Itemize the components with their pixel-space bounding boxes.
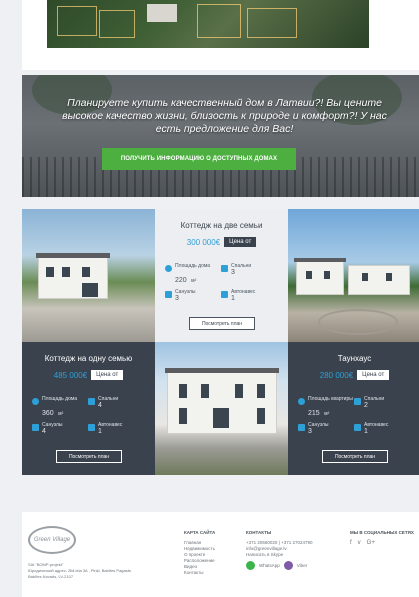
price-badge: Цена от <box>224 237 257 247</box>
card-duplex: Коттедж на две семьи 300 000€ Цена от Пл… <box>155 209 288 342</box>
car-icon <box>221 291 228 298</box>
contacts-title: КОНТАКТЫ <box>246 530 272 535</box>
brand-logo[interactable]: Green Village <box>28 526 76 554</box>
skype-link[interactable]: Написать в Skype <box>246 552 313 558</box>
get-info-button[interactable]: ПОЛУЧИТЬ ИНФОРМАЦИЮ О ДОСТУПНЫХ ДОМАХ <box>102 148 296 170</box>
site-footer: Green Village SIA "BOMP-projekt" Юридиче… <box>22 512 419 597</box>
area-stat: Площадь дома 220 м² <box>165 263 210 287</box>
bathrooms-stat: Санузлы 3 <box>165 289 195 302</box>
bed-icon <box>88 398 95 405</box>
whatsapp-icon[interactable] <box>246 561 255 570</box>
page: Планируете купить качественный дом в Лат… <box>0 0 419 597</box>
card-title: Коттедж на две семьи <box>180 221 263 230</box>
house-photo-duplex <box>22 209 155 342</box>
price: 485 000€ <box>53 370 88 380</box>
viber-icon[interactable] <box>283 561 293 570</box>
house-photo-single-family <box>155 342 288 475</box>
site-plan-image <box>47 0 369 48</box>
bath-icon <box>32 424 39 431</box>
banner-text: Планируете купить качественный дом в Лат… <box>62 97 387 135</box>
bathrooms-stat: Санузлы 4 <box>32 422 62 435</box>
parking-stat: Автонавес 1 <box>221 289 255 302</box>
social-section: МЫ В СОЦИАЛЬНЫХ СЕТЯХ f v G+ <box>350 530 414 546</box>
house-photo-townhouse <box>288 209 419 342</box>
car-icon <box>88 424 95 431</box>
parking-stat: Автонавес 1 <box>88 422 122 435</box>
view-plan-button[interactable]: Посмотреть план <box>189 317 255 330</box>
bedrooms-stat: Спальни 4 <box>88 396 118 409</box>
facebook-icon[interactable]: f <box>350 540 352 546</box>
view-plan-button[interactable]: Посмотреть план <box>322 450 388 463</box>
card-single-family: Коттедж на одну семью 485 000€ Цена от П… <box>22 342 155 475</box>
sitemap: КАРТА САЙТА Главная Недвижимость О проек… <box>184 530 215 576</box>
company-address: SIA "BOMP-projekt" Юридический адрес: Zi… <box>28 562 131 579</box>
price: 300 000€ <box>186 237 221 247</box>
google-plus-icon[interactable]: G+ <box>367 540 375 546</box>
bath-icon <box>165 291 172 298</box>
parking-stat: Автонавес 1 <box>354 422 388 435</box>
promo-banner: Планируете купить качественный дом в Лат… <box>22 75 419 197</box>
area-stat: Площадь квартиры 215 м² <box>298 396 353 420</box>
card-title: Таунхаус <box>337 354 372 363</box>
social-title: МЫ В СОЦИАЛЬНЫХ СЕТЯХ <box>350 530 414 535</box>
card-townhouse: Таунхаус 280 000€ Цена от Площадь кварти… <box>288 342 419 475</box>
vk-icon[interactable]: v <box>358 540 361 546</box>
bedrooms-stat: Спальни 3 <box>221 263 251 276</box>
houses-grid: Коттедж на две семьи 300 000€ Цена от Пл… <box>22 209 419 475</box>
price-badge: Цена от <box>91 370 124 380</box>
area-icon <box>32 398 39 405</box>
view-plan-button[interactable]: Посмотреть план <box>56 450 122 463</box>
bedrooms-stat: Спальни 2 <box>354 396 384 409</box>
area-stat: Площадь дома 360 м² <box>32 396 77 420</box>
area-icon <box>298 398 305 405</box>
sitemap-link[interactable]: Контакты <box>184 570 215 576</box>
bathrooms-stat: Санузлы 3 <box>298 422 328 435</box>
price: 280 000€ <box>319 370 354 380</box>
card-title: Коттедж на одну семью <box>44 354 133 363</box>
bed-icon <box>354 398 361 405</box>
contacts: КОНТАКТЫ +371 20560020 | +371 27024790 i… <box>246 530 313 570</box>
price-badge: Цена от <box>357 370 390 380</box>
area-icon <box>165 265 172 272</box>
bed-icon <box>221 265 228 272</box>
sitemap-title: КАРТА САЙТА <box>184 530 216 535</box>
car-icon <box>354 424 361 431</box>
bath-icon <box>298 424 305 431</box>
